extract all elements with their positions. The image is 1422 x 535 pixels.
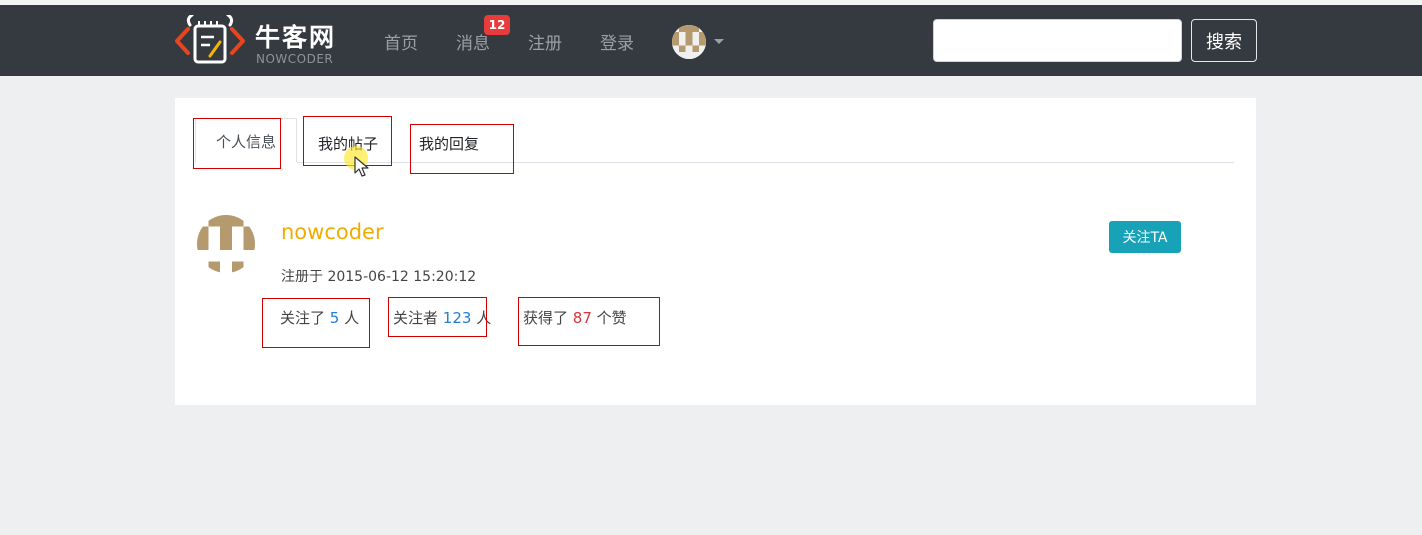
nav-register-link[interactable]: 注册 [528,29,562,54]
nav-login-link[interactable]: 登录 [600,29,634,54]
mouse-pointer-icon [354,156,369,177]
caret-down-icon[interactable] [714,39,724,44]
annotation-box [518,297,660,346]
annotation-box [193,118,281,169]
nav-home-link[interactable]: 首页 [384,29,418,54]
profile-avatar [197,215,255,273]
search-button[interactable]: 搜索 [1191,19,1257,62]
message-count-badge: 12 [484,15,510,35]
annotation-box [262,298,370,348]
brand-name[interactable]: 牛客网 [255,18,336,54]
identicon-avatar-icon [197,215,255,273]
navbar: 牛客网 NOWCODER 首页 消息 12 注册 登录 搜索 [0,5,1422,76]
user-avatar-menu[interactable] [672,25,706,59]
identicon-avatar-icon [672,25,706,59]
registration-time: 注册于 2015-06-12 15:20:12 [281,269,477,285]
brand-subtitle: NOWCODER [256,52,334,66]
nowcoder-logo-icon[interactable] [174,15,246,67]
search-input[interactable] [933,19,1182,62]
annotation-box [410,124,514,174]
annotation-box [388,297,487,337]
profile-username: nowcoder [281,220,384,244]
follow-button[interactable]: 关注TA [1109,221,1181,253]
